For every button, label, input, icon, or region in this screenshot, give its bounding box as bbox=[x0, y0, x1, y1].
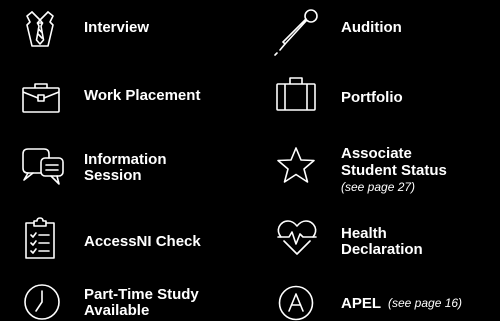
associate-student-status-label-line2: Student Status bbox=[341, 162, 447, 179]
clock-icon bbox=[23, 283, 61, 321]
briefcase-icon bbox=[22, 82, 60, 114]
apel-label: APEL bbox=[341, 295, 382, 312]
part-time-study-label-line2: Available bbox=[84, 302, 150, 319]
work-placement-label: Work Placement bbox=[84, 87, 201, 104]
health-declaration-label-line1: Health bbox=[341, 225, 387, 242]
information-session-label-line2: Session bbox=[84, 167, 142, 184]
microphone-icon bbox=[272, 6, 322, 56]
portfolio-label: Portfolio bbox=[341, 89, 403, 106]
associate-student-status-note: (see page 27) bbox=[341, 180, 416, 194]
clipboard-checklist-icon bbox=[24, 217, 56, 260]
interview-label: Interview bbox=[84, 19, 150, 36]
speech-bubbles-icon bbox=[21, 146, 65, 188]
heart-pulse-icon bbox=[276, 219, 318, 257]
associate-student-status-label-line1: Associate bbox=[341, 145, 412, 162]
suitcase-icon bbox=[276, 76, 316, 112]
accessni-check-label: AccessNI Check bbox=[84, 233, 201, 250]
audition-label: Audition bbox=[341, 19, 402, 36]
apel-note: (see page 16) bbox=[388, 296, 463, 310]
letter-a-circle-icon bbox=[278, 285, 314, 321]
health-declaration-label-line2: Declaration bbox=[341, 241, 423, 258]
information-session-label-line1: Information bbox=[84, 151, 167, 168]
shirt-tie-icon bbox=[20, 8, 60, 48]
star-icon bbox=[276, 146, 316, 184]
part-time-study-label-line1: Part-Time Study bbox=[84, 286, 199, 303]
